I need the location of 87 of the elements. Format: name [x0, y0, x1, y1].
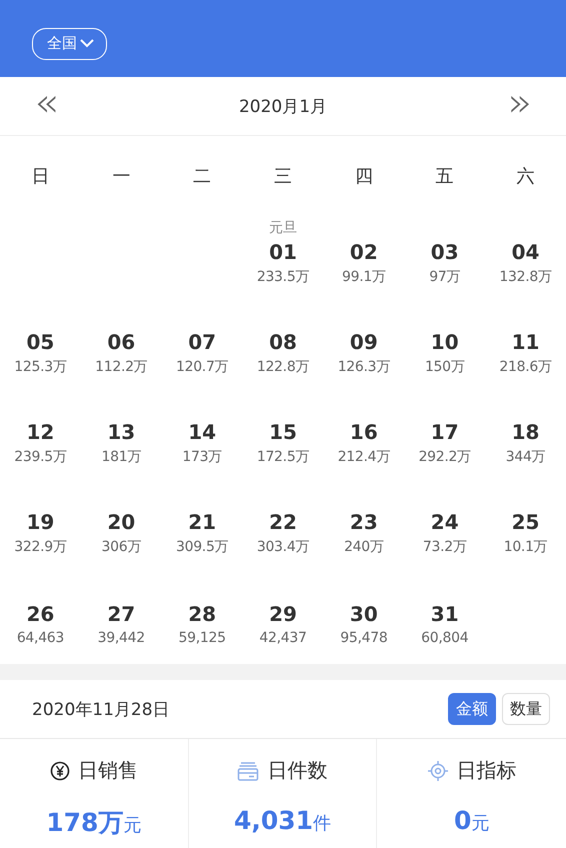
next-month-button[interactable]: »	[504, 83, 536, 129]
day-sales: 233.5万	[256, 268, 310, 286]
day-sales: 292.2万	[418, 448, 471, 466]
month-title: 2020月1月	[238, 96, 328, 118]
region-selector[interactable]: 全国	[32, 28, 107, 60]
day-number[interactable]: 11	[512, 330, 540, 354]
day-sales: 344万	[506, 448, 546, 466]
stat-value: 4,031件	[234, 806, 332, 835]
stat-label: 日件数	[267, 757, 328, 784]
weekday-label: 六	[516, 165, 536, 189]
day-number[interactable]: 29	[269, 602, 297, 626]
day-sales: 122.8万	[256, 358, 310, 376]
day-sales: 99.1万	[342, 268, 386, 286]
day-number[interactable]: 21	[188, 510, 216, 534]
day-number[interactable]: 03	[430, 240, 459, 264]
day-number[interactable]: 30	[350, 602, 378, 626]
day-sales: 95,478	[340, 630, 388, 646]
day-number[interactable]: 24	[430, 510, 459, 534]
mode-toggle[interactable]: 数量	[502, 693, 550, 725]
day-sales: 132.8万	[499, 268, 552, 286]
day-sales: 10.1万	[504, 538, 548, 556]
day-number[interactable]: 31	[430, 602, 459, 626]
day-sales: 150万	[424, 358, 464, 376]
day-number[interactable]: 25	[512, 510, 540, 534]
day-number[interactable]: 23	[350, 510, 378, 534]
day-sales: 42,437	[259, 630, 307, 646]
day-sales: 240万	[344, 538, 384, 556]
day-sales: 303.4万	[256, 538, 310, 556]
previous-month-button[interactable]: «	[30, 83, 62, 129]
day-sales: 64,463	[16, 630, 64, 646]
day-sales: 309.5万	[176, 538, 228, 556]
day-sales: 125.3万	[14, 358, 67, 376]
day-sales: 73.2万	[422, 538, 467, 556]
day-number[interactable]: 12	[26, 420, 54, 444]
day-number[interactable]: 16	[350, 420, 378, 444]
chevron-down-icon	[80, 39, 94, 48]
stat-label: 日指标	[456, 757, 517, 784]
day-sales: 173万	[182, 448, 222, 466]
day-number[interactable]: 13	[107, 420, 136, 444]
day-sales: 239.5万	[14, 448, 67, 466]
day-sales: 39,442	[98, 630, 145, 646]
day-number[interactable]: 15	[269, 420, 297, 444]
stat-value: 0元	[454, 806, 490, 835]
day-sales: 322.9万	[14, 538, 67, 556]
weekday-label: 日	[30, 165, 50, 189]
weekday-label: 二	[192, 165, 212, 189]
day-number[interactable]: 02	[350, 240, 378, 264]
day-number[interactable]: 08	[269, 330, 297, 354]
day-number[interactable]: 10	[430, 330, 459, 354]
stat-label: 日销售	[78, 757, 138, 784]
day-number[interactable]: 04	[512, 240, 540, 264]
day-sales: 97万	[429, 268, 460, 286]
day-number[interactable]: 05	[26, 330, 54, 354]
weekday-label: 四	[354, 165, 374, 189]
day-number[interactable]: 14	[188, 420, 216, 444]
weekday-label: 五	[434, 165, 455, 189]
weekday-label: 一	[111, 165, 132, 189]
day-number[interactable]: 09	[350, 330, 378, 354]
day-sales: 60,804	[421, 630, 468, 646]
day-number[interactable]: 27	[107, 602, 136, 626]
yen-icon	[50, 760, 70, 780]
target-icon	[426, 760, 449, 782]
day-sales: 112.2万	[95, 358, 148, 376]
holiday-label: 元旦	[268, 219, 297, 237]
day-number[interactable]: 01	[269, 240, 297, 264]
day-number[interactable]: 26	[26, 602, 54, 626]
day-sales: 181万	[102, 448, 142, 466]
day-number[interactable]: 17	[430, 420, 459, 444]
day-sales: 120.7万	[176, 358, 228, 376]
selected-date: 2020年11月28日	[32, 698, 170, 720]
day-number[interactable]: 06	[107, 330, 136, 354]
day-number[interactable]: 20	[107, 510, 136, 534]
day-sales: 172.5万	[256, 448, 310, 466]
day-sales: 59,125	[178, 630, 226, 646]
day-number[interactable]: 07	[188, 330, 216, 354]
day-number[interactable]: 19	[26, 510, 54, 534]
weekday-label: 三	[272, 165, 293, 189]
day-sales: 218.6万	[499, 358, 552, 376]
day-number[interactable]: 28	[188, 602, 216, 626]
day-sales: 126.3万	[338, 358, 390, 376]
card-icon	[237, 760, 260, 780]
day-number[interactable]: 18	[512, 420, 540, 444]
mode-toggle[interactable]: 金额	[448, 693, 496, 725]
day-number[interactable]: 22	[269, 510, 297, 534]
stat-value: 178万元	[46, 807, 142, 839]
day-sales: 212.4万	[338, 448, 390, 466]
day-sales: 306万	[102, 538, 142, 556]
